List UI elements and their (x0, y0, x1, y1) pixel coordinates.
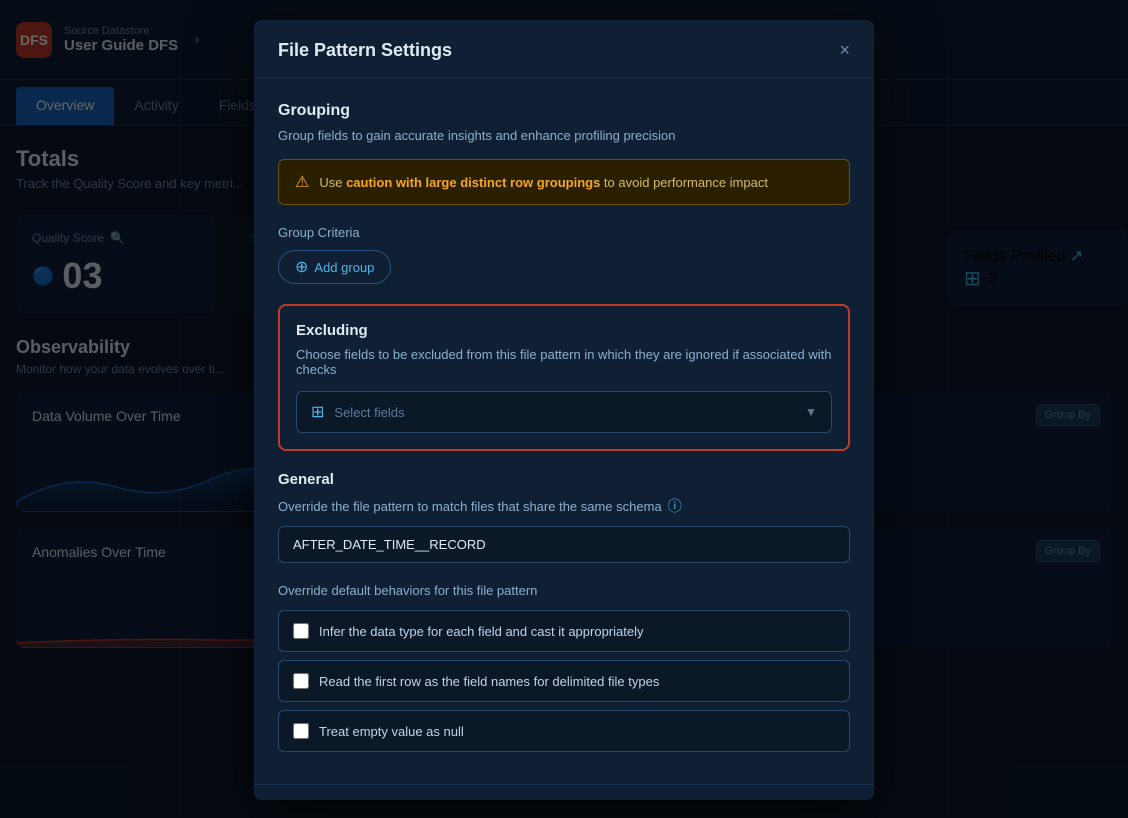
checkbox-row-3: Treat empty value as null (278, 710, 850, 752)
excluding-title: Excluding (296, 322, 832, 339)
override-behaviors-label: Override default behaviors for this file… (278, 583, 850, 598)
close-button[interactable]: × (839, 40, 850, 61)
modal-footer: Cancel Save (254, 784, 874, 800)
modal-overlay: File Pattern Settings × Grouping Group f… (0, 0, 1128, 818)
grouping-description: Group fields to gain accurate insights a… (278, 128, 850, 143)
select-fields-dropdown[interactable]: ⊞ Select fields ▼ (296, 391, 832, 433)
empty-value-null-label: Treat empty value as null (319, 724, 464, 739)
group-criteria-label: Group Criteria (278, 225, 850, 240)
empty-value-null-checkbox[interactable] (293, 723, 309, 739)
warning-banner: ⚠ Use caution with large distinct row gr… (278, 159, 850, 205)
excluding-description: Choose fields to be excluded from this f… (296, 347, 832, 377)
file-pattern-settings-modal: File Pattern Settings × Grouping Group f… (254, 20, 874, 800)
modal-title: File Pattern Settings (278, 40, 452, 61)
add-group-label: Add group (314, 260, 374, 275)
plus-icon: ⊕ (295, 257, 308, 277)
modal-header: File Pattern Settings × (254, 20, 874, 78)
select-fields-placeholder: Select fields (334, 405, 795, 420)
modal-body: Grouping Group fields to gain accurate i… (254, 78, 874, 784)
info-icon[interactable]: ⓘ (668, 496, 682, 516)
first-row-fieldnames-label: Read the first row as the field names fo… (319, 674, 659, 689)
add-group-button[interactable]: ⊕ Add group (278, 250, 391, 284)
checkbox-row-2: Read the first row as the field names fo… (278, 660, 850, 702)
first-row-fieldnames-checkbox[interactable] (293, 673, 309, 689)
warning-text: Use caution with large distinct row grou… (319, 175, 768, 190)
app-root: { "app": { "title": "File Pattern Settin… (0, 0, 1128, 818)
infer-datatype-checkbox[interactable] (293, 623, 309, 639)
grouping-section: Grouping Group fields to gain accurate i… (278, 102, 850, 284)
infer-datatype-label: Infer the data type for each field and c… (319, 624, 643, 639)
warning-icon: ⚠ (295, 172, 309, 192)
excluding-section: Excluding Choose fields to be excluded f… (278, 304, 850, 451)
general-section: General Override the file pattern to mat… (278, 471, 850, 752)
grouping-title: Grouping (278, 102, 850, 120)
checkbox-row-1: Infer the data type for each field and c… (278, 610, 850, 652)
override-schema-label: Override the file pattern to match files… (278, 496, 850, 516)
schema-input[interactable] (278, 526, 850, 563)
general-title: General (278, 471, 850, 488)
chevron-down-icon: ▼ (805, 405, 817, 419)
fields-dropdown-icon: ⊞ (311, 402, 324, 422)
